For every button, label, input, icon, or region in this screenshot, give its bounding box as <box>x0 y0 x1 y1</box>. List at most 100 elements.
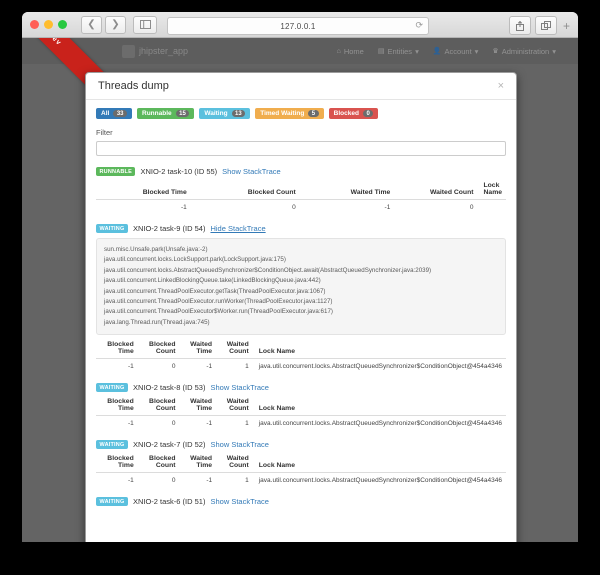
column-blocked-count: Blocked Count <box>137 396 180 417</box>
table-row: -1 0 -1 1 java.util.concurrent.locks.Abs… <box>96 416 506 432</box>
browser-titlebar: ❮ ❯ 127.0.0.1 ⟳ + <box>22 12 578 38</box>
stacktrace-line: java.util.concurrent.LinkedBlockingQueue… <box>104 277 321 285</box>
column-waited-time: Waited Time <box>179 396 217 417</box>
column-line1: Waited <box>226 341 249 349</box>
column-line2: Count <box>229 405 249 413</box>
column-line2: Time <box>118 348 134 356</box>
thread-name: XNIO-2 task-10 (ID 55) <box>140 167 218 176</box>
close-icon[interactable]: × <box>498 80 504 92</box>
sidebar-toggle-button[interactable] <box>133 15 157 34</box>
screen: ❮ ❯ 127.0.0.1 ⟳ + jhipster_app ⌂ Home ▤ … <box>0 0 600 575</box>
address-bar[interactable]: 127.0.0.1 ⟳ <box>167 17 429 35</box>
badge-blocked[interactable]: Blocked 0 <box>328 108 379 119</box>
column-line2: Time <box>196 405 213 413</box>
column-lock-name: Lock Name <box>477 180 506 200</box>
thread-header: WAITING XNIO-2 task-7 (ID 52) Show Stack… <box>96 440 506 450</box>
toggle-stacktrace-link[interactable]: Show StackTrace <box>210 440 269 449</box>
badge-timed-waiting[interactable]: Timed Waiting 5 <box>255 108 324 119</box>
column-line1: Blocked <box>149 455 176 463</box>
cell-blocked-time: -1 <box>127 363 134 371</box>
toggle-stacktrace-link[interactable]: Hide StackTrace <box>210 224 265 233</box>
thread-name: XNIO-2 task-6 (ID 51) <box>132 497 206 507</box>
cell-waited-time: -1 <box>206 420 213 428</box>
column-line1: Waited <box>190 341 213 349</box>
back-button[interactable]: ❮ <box>81 15 102 34</box>
thread-block: WAITING XNIO-2 task-9 (ID 54) Hide Stack… <box>96 224 506 374</box>
cell-waited-time: -1 <box>206 363 213 371</box>
cell-waited-count: 0 <box>469 204 474 211</box>
maximize-window-button[interactable] <box>58 20 67 29</box>
badge-runnable-label: Runnable <box>142 110 172 117</box>
badge-blocked-label: Blocked <box>333 110 359 117</box>
column-line1: Blocked <box>107 455 134 463</box>
column-line2: Count <box>155 348 176 356</box>
table-header-row: Blocked Time Blocked Count Waited Time W… <box>96 453 506 474</box>
cell-lock-name: java.util.concurrent.locks.AbstractQueue… <box>258 363 502 371</box>
column-blocked-count: Blocked Count <box>137 453 180 474</box>
share-icon <box>515 20 524 31</box>
new-tab-button[interactable]: + <box>563 19 570 33</box>
column-blocked-time: Blocked Time <box>96 339 138 360</box>
stacktrace-line: java.util.concurrent.ThreadPoolExecutor.… <box>104 287 326 295</box>
table-header-row: Blocked Time Blocked Count Waited Time W… <box>96 339 506 360</box>
navigation-buttons[interactable]: ❮ ❯ <box>81 15 126 34</box>
filter-input[interactable] <box>96 141 506 156</box>
table-row: -1 0 -1 1 java.util.concurrent.locks.Abs… <box>96 473 506 489</box>
badge-all[interactable]: All 33 <box>96 108 132 119</box>
browser-window: ❮ ❯ 127.0.0.1 ⟳ + jhipster_app ⌂ Home ▤ … <box>22 12 578 542</box>
state-filter-badges[interactable]: All 33 Runnable 15 Waiting 13 Timed Wait… <box>96 108 506 119</box>
cell-blocked-time: -1 <box>180 204 187 211</box>
sidebar-icon <box>139 20 151 29</box>
tabs-icon <box>540 21 551 30</box>
minimize-window-button[interactable] <box>44 20 53 29</box>
thread-name: XNIO-2 task-7 (ID 52) <box>132 440 206 450</box>
column-line1: Waited <box>190 398 213 406</box>
dev-ribbon-label: dev <box>47 38 63 47</box>
cell-blocked-time: -1 <box>127 420 134 428</box>
table-header-row: Blocked Time Blocked Count Waited Time W… <box>96 180 506 200</box>
cell-blocked-time: -1 <box>127 477 134 485</box>
table-row: -1 0 -1 1 java.util.concurrent.locks.Abs… <box>96 359 506 375</box>
column-line1: Blocked <box>107 398 134 406</box>
thread-header: WAITING XNIO-2 task-6 (ID 51) Show Stack… <box>96 497 506 507</box>
stacktrace-line: java.util.concurrent.ThreadPoolExecutor$… <box>104 308 333 316</box>
column-line2: Time <box>118 462 134 470</box>
show-tabs-button[interactable] <box>534 16 557 35</box>
column-line2: Count <box>229 462 249 470</box>
column-lock-name: Lock Name <box>252 396 506 417</box>
cell-waited-count: 1 <box>245 477 249 485</box>
badge-all-count: 33 <box>113 110 127 117</box>
column-waited-time: Waited Time <box>179 453 217 474</box>
cell-lock-name: java.util.concurrent.locks.AbstractQueue… <box>258 477 502 485</box>
toggle-stacktrace-link[interactable]: Show StackTrace <box>210 383 269 392</box>
badge-waiting[interactable]: Waiting 13 <box>199 108 251 119</box>
column-line2: Time <box>196 462 213 470</box>
stacktrace-line: sun.misc.Unsafe.park(Unsafe.java:-2) <box>104 246 208 253</box>
cell-waited-count: 1 <box>245 363 249 371</box>
toggle-stacktrace-link[interactable]: Show StackTrace <box>222 167 281 176</box>
column-waited-count: Waited Count <box>216 453 253 474</box>
column-line1: Waited <box>226 398 249 406</box>
share-button[interactable] <box>508 16 531 35</box>
column-waited-count: Waited Count <box>394 180 478 200</box>
thread-block: WAITING XNIO-2 task-8 (ID 53) Show Stack… <box>96 383 506 431</box>
badge-runnable[interactable]: Runnable 15 <box>137 108 195 119</box>
column-blocked-count: Blocked Count <box>190 180 300 200</box>
column-line2: Time <box>118 405 134 413</box>
url-text: 127.0.0.1 <box>280 21 316 31</box>
window-controls[interactable] <box>30 20 67 29</box>
toolbar-right[interactable]: + <box>508 16 570 35</box>
column-line2: Count <box>155 462 176 470</box>
thread-header: WAITING XNIO-2 task-9 (ID 54) Hide Stack… <box>96 224 506 233</box>
column-lock-name: Lock Name <box>252 453 506 474</box>
reload-icon[interactable]: ⟳ <box>415 20 423 31</box>
thread-header: RUNNABLE XNIO-2 task-10 (ID 55) Show Sta… <box>96 167 506 176</box>
forward-button[interactable]: ❯ <box>105 15 126 34</box>
thread-metrics-table: Blocked Time Blocked Count Waited Time W… <box>96 339 506 374</box>
toggle-stacktrace-link[interactable]: Show StackTrace <box>210 497 269 506</box>
cell-lock-name: java.util.concurrent.locks.AbstractQueue… <box>258 420 502 428</box>
badge-waiting-label: Waiting <box>204 110 228 117</box>
close-window-button[interactable] <box>30 20 39 29</box>
cell-lock-name <box>478 200 507 216</box>
cell-waited-time: -1 <box>206 477 213 485</box>
